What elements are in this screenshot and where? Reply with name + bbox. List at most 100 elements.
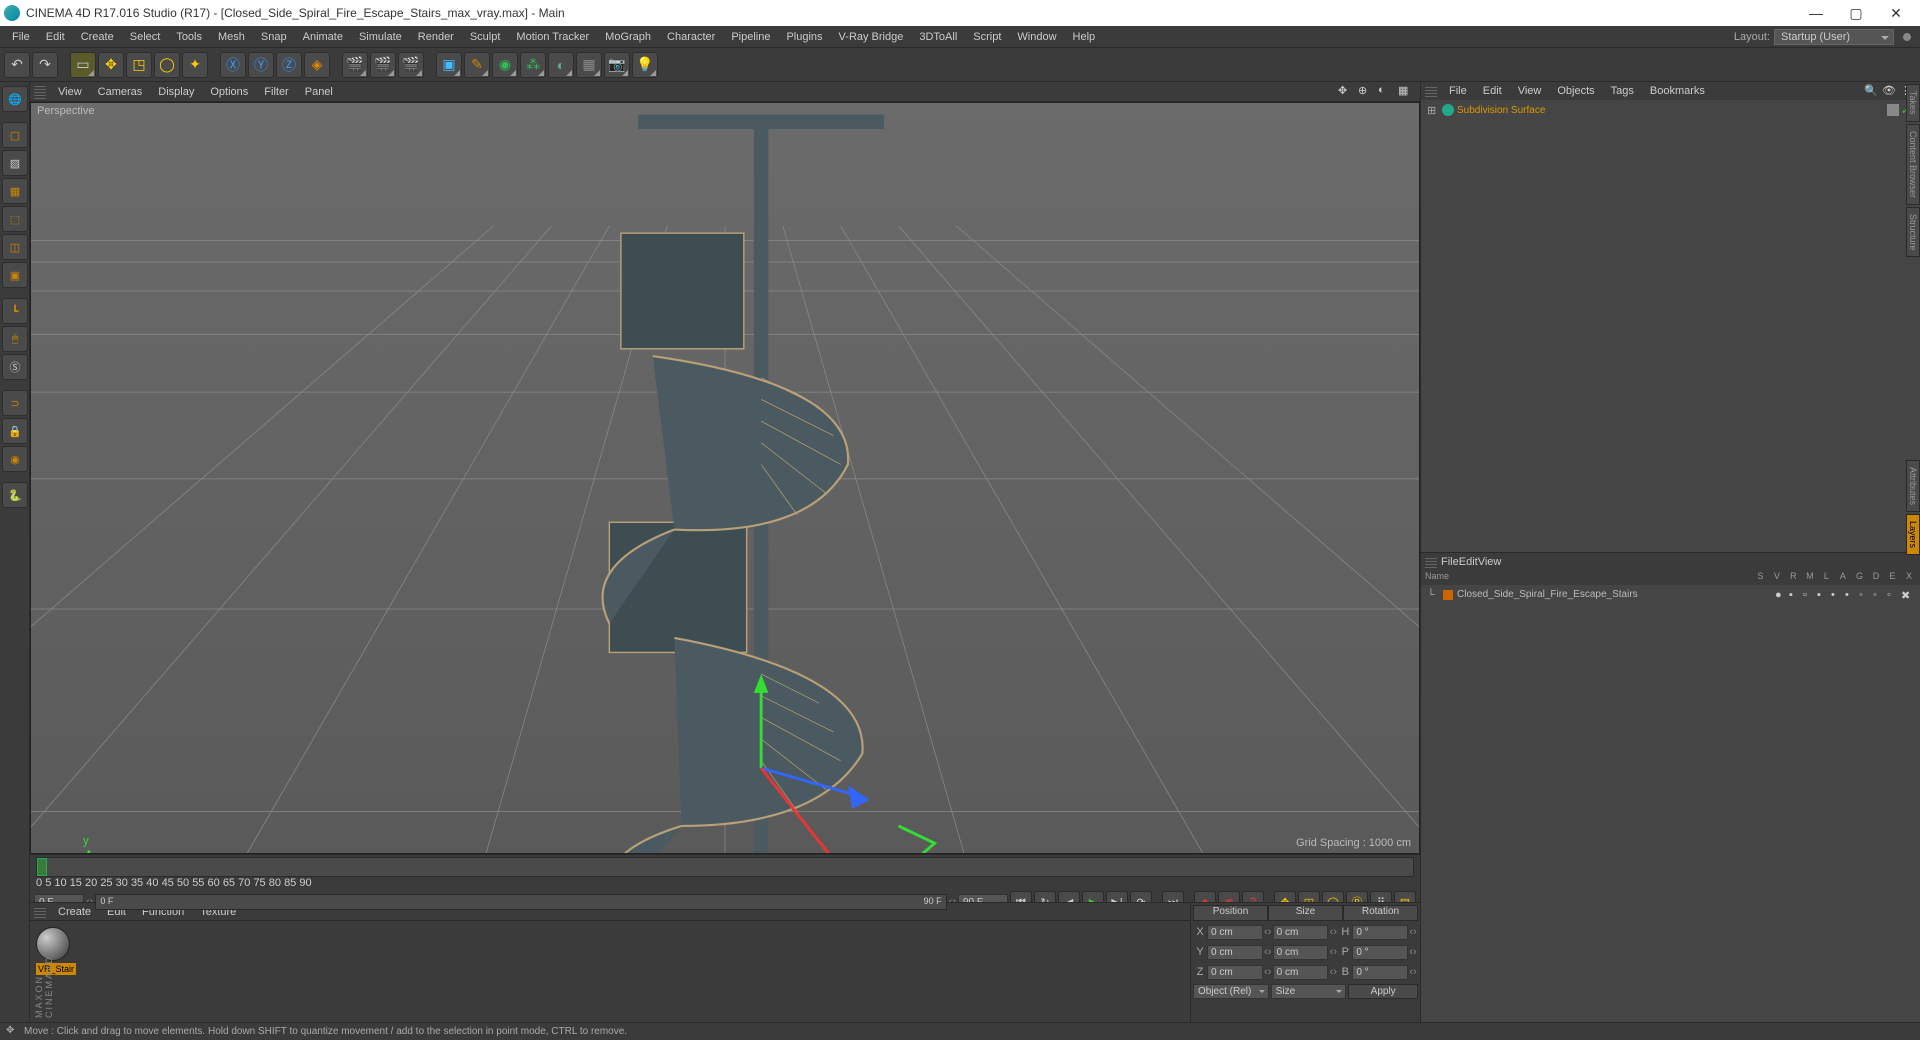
menu-motion-tracker[interactable]: Motion Tracker xyxy=(508,28,597,46)
workplane-mode[interactable]: ▦ xyxy=(2,178,28,204)
filter-icon[interactable]: 👁 xyxy=(1882,84,1896,98)
layer-name[interactable]: Closed_Side_Spiral_Fire_Escape_Stairs xyxy=(1457,589,1774,600)
edge-mode[interactable]: ◫ xyxy=(2,234,28,260)
primitive-cube[interactable]: ▣ xyxy=(436,52,462,78)
vtab-content-browser[interactable]: Content Browser xyxy=(1906,124,1920,205)
panel-grip-icon[interactable] xyxy=(1425,85,1437,97)
layer-xref-icon[interactable]: ✖ xyxy=(1901,589,1913,601)
menu-edit[interactable]: Edit xyxy=(38,28,73,46)
layer-def-icon[interactable]: ◦ xyxy=(1873,589,1885,601)
objects-tree[interactable]: ⊞ Subdivision Surface ✓ xyxy=(1421,100,1920,552)
layer-gen-icon[interactable]: ◦ xyxy=(1859,589,1871,601)
attr-menu-view[interactable]: View xyxy=(1478,556,1502,568)
model-mode[interactable]: ▢ xyxy=(2,122,28,148)
soft-select[interactable]: ◉ xyxy=(2,446,28,472)
timeline-ruler[interactable] xyxy=(36,857,1414,877)
coord-apply-button[interactable]: Apply xyxy=(1348,984,1418,999)
menu-mesh[interactable]: Mesh xyxy=(210,28,253,46)
vtab-takes[interactable]: Takes xyxy=(1906,84,1920,122)
coord-object-mode-select[interactable]: Object (Rel) xyxy=(1193,984,1269,999)
vp-menu-view[interactable]: View xyxy=(50,84,90,100)
vtab-attributes[interactable]: Attributes xyxy=(1906,460,1920,512)
python-console[interactable]: 🐍 xyxy=(2,482,28,508)
scale-tool[interactable]: ◳ xyxy=(126,52,152,78)
menu-script[interactable]: Script xyxy=(965,28,1009,46)
snap-toggle[interactable]: Ⓢ xyxy=(2,354,28,380)
lock-tool[interactable]: 🔒 xyxy=(2,418,28,444)
menu-simulate[interactable]: Simulate xyxy=(351,28,410,46)
redo-button[interactable]: ↷ xyxy=(32,52,58,78)
menu-pipeline[interactable]: Pipeline xyxy=(723,28,778,46)
menu-snap[interactable]: Snap xyxy=(253,28,295,46)
close-button[interactable]: ✕ xyxy=(1876,0,1916,26)
maximize-button[interactable]: ▢ xyxy=(1836,0,1876,26)
minimize-button[interactable]: — xyxy=(1796,0,1836,26)
undo-button[interactable]: ↶ xyxy=(4,52,30,78)
object-name[interactable]: Subdivision Surface xyxy=(1457,105,1886,116)
timeline-playhead[interactable] xyxy=(37,858,47,876)
menu-file[interactable]: File xyxy=(4,28,38,46)
menu-vray-bridge[interactable]: V-Ray Bridge xyxy=(831,28,912,46)
menu-tools[interactable]: Tools xyxy=(168,28,210,46)
vp-menu-options[interactable]: Options xyxy=(202,84,256,100)
vp-orbit-icon[interactable]: ◐ xyxy=(1378,84,1394,100)
layer-expr-icon[interactable]: ◦ xyxy=(1887,589,1899,601)
layer-manager-icon[interactable]: ▪ xyxy=(1817,589,1829,601)
menu-sculpt[interactable]: Sculpt xyxy=(462,28,509,46)
menu-select[interactable]: Select xyxy=(122,28,169,46)
vtab-layers[interactable]: Layers xyxy=(1906,514,1920,555)
vp-nav-icon[interactable]: ✥ xyxy=(1338,84,1354,100)
coord-z-pos[interactable] xyxy=(1207,965,1263,980)
search-icon[interactable]: 🔍 xyxy=(1864,84,1878,98)
viewport-perspective[interactable]: Perspective xyxy=(30,102,1420,854)
menu-render[interactable]: Render xyxy=(410,28,462,46)
menu-create[interactable]: Create xyxy=(73,28,122,46)
menu-plugins[interactable]: Plugins xyxy=(778,28,830,46)
menu-mograph[interactable]: MoGraph xyxy=(597,28,659,46)
layout-gear-icon[interactable] xyxy=(1898,28,1916,46)
expand-icon[interactable]: ⊞ xyxy=(1427,104,1439,117)
axis-band[interactable]: ┗ xyxy=(2,298,28,324)
obj-menu-edit[interactable]: Edit xyxy=(1475,83,1510,99)
deformer-tool[interactable]: ◐ xyxy=(548,52,574,78)
layer-solo-icon[interactable]: ● xyxy=(1775,589,1787,601)
panel-grip-icon[interactable] xyxy=(1425,556,1437,568)
vtab-structure[interactable]: Structure xyxy=(1906,207,1920,258)
magnet-tool[interactable]: ⊃ xyxy=(2,390,28,416)
attr-menu-edit[interactable]: Edit xyxy=(1459,556,1478,568)
obj-menu-bookmarks[interactable]: Bookmarks xyxy=(1642,83,1713,99)
pen-tool[interactable]: ✎ xyxy=(464,52,490,78)
rotate-tool[interactable]: ◯ xyxy=(154,52,180,78)
vp-menu-panel[interactable]: Panel xyxy=(297,84,341,100)
layers-tree[interactable]: └ Closed_Side_Spiral_Fire_Escape_Stairs … xyxy=(1421,585,1920,1023)
vp-menu-filter[interactable]: Filter xyxy=(256,84,296,100)
render-view[interactable]: 🎬 xyxy=(342,52,368,78)
tweak-mode[interactable]: 🖱 xyxy=(2,326,28,352)
menu-3dtoall[interactable]: 3DToAll xyxy=(911,28,965,46)
coord-z-size[interactable] xyxy=(1273,965,1329,980)
obj-menu-objects[interactable]: Objects xyxy=(1549,83,1602,99)
nurbs-tool[interactable]: ◉ xyxy=(492,52,518,78)
texture-mode[interactable]: ▨ xyxy=(2,150,28,176)
z-axis-lock[interactable]: Ⓩ xyxy=(276,52,302,78)
coord-y-size[interactable] xyxy=(1273,945,1329,960)
mat-menu-create[interactable]: Create xyxy=(50,904,99,920)
coord-h-rot[interactable] xyxy=(1352,925,1408,940)
timeline-range-slider[interactable]: 0 F 90 F xyxy=(95,894,946,910)
coord-x-size[interactable] xyxy=(1273,925,1329,940)
vp-layout-icon[interactable]: ▦ xyxy=(1398,84,1414,100)
last-tool[interactable]: ✦ xyxy=(182,52,208,78)
layer-render-icon[interactable]: ▫ xyxy=(1803,589,1815,601)
obj-menu-file[interactable]: File xyxy=(1441,83,1475,99)
obj-menu-view[interactable]: View xyxy=(1510,83,1550,99)
select-tool[interactable]: ▭ xyxy=(70,52,96,78)
attr-menu-file[interactable]: File xyxy=(1441,556,1459,568)
obj-menu-tags[interactable]: Tags xyxy=(1603,83,1642,99)
menu-help[interactable]: Help xyxy=(1065,28,1104,46)
coord-system[interactable]: ◈ xyxy=(304,52,330,78)
coord-x-pos[interactable] xyxy=(1207,925,1263,940)
menu-window[interactable]: Window xyxy=(1009,28,1064,46)
object-row[interactable]: ⊞ Subdivision Surface ✓ xyxy=(1423,102,1918,118)
vp-menu-display[interactable]: Display xyxy=(150,84,202,100)
y-axis-lock[interactable]: Ⓨ xyxy=(248,52,274,78)
